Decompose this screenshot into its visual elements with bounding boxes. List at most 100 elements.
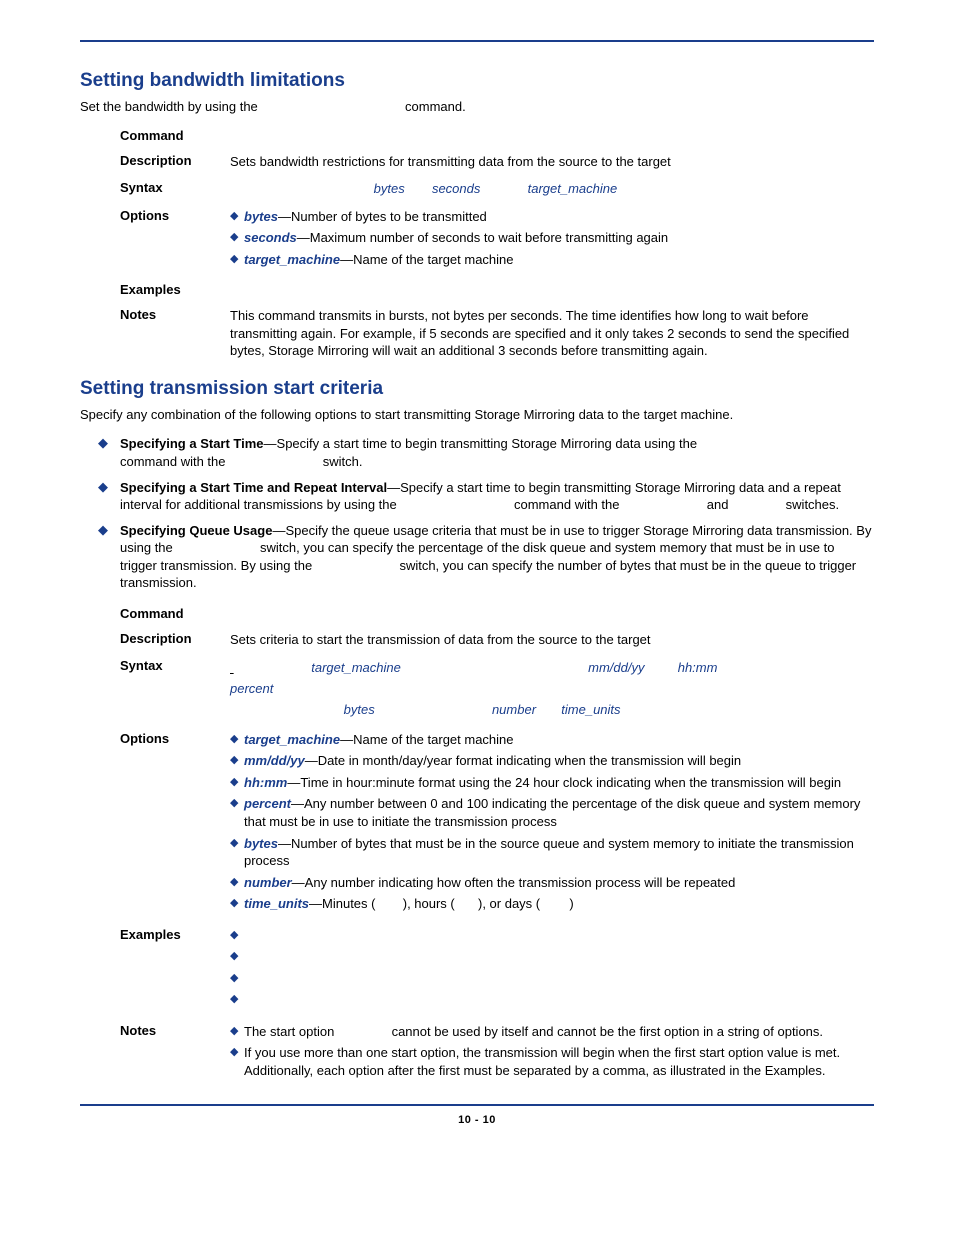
opt-name: target_machine	[244, 252, 340, 267]
diamond-icon: ◆	[230, 895, 244, 912]
diamond-icon: ◆	[230, 752, 244, 769]
bullet-queue-usage: ◆ Specifying Queue Usage—Specify the que…	[98, 522, 874, 592]
text-syntax: bytes seconds target_machine	[230, 180, 874, 198]
opt-name: number	[244, 875, 292, 890]
diamond-icon: ◆	[230, 970, 244, 987]
opt-name: percent	[244, 796, 291, 811]
opt-name: target_machine	[244, 732, 340, 747]
label-description: Description	[120, 153, 230, 168]
note-item: ◆If you use more than one start option, …	[230, 1044, 874, 1079]
diamond-icon: ◆	[230, 1023, 244, 1040]
opt-text: —Number of bytes that must be in the sou…	[244, 836, 854, 869]
label-options: Options	[120, 208, 230, 223]
opt-text: )	[569, 896, 573, 911]
bullet-text: switch.	[323, 454, 363, 469]
diamond-icon: ◆	[230, 731, 244, 748]
opt-name: seconds	[244, 230, 297, 245]
intro-transmission: Specify any combination of the following…	[80, 406, 874, 424]
option-item: ◆number—Any number indicating how often …	[230, 874, 874, 892]
param-bytes: bytes	[374, 181, 405, 196]
opt-text: —Any number between 0 and 100 indicating…	[244, 796, 860, 829]
opt-text: —Number of bytes to be transmitted	[278, 209, 487, 224]
param-percent: percent	[230, 681, 273, 696]
opt-text: —Maximum number of seconds to wait befor…	[297, 230, 668, 245]
option-item: ◆ time_units—Minutes ( ), hours ( ), or …	[230, 895, 874, 913]
param-time: hh:mm	[678, 660, 718, 675]
text-notes: This command transmits in bursts, not by…	[230, 307, 874, 360]
diamond-icon: ◆	[230, 251, 244, 268]
note-text: cannot be used by itself and cannot be t…	[392, 1024, 823, 1039]
example-item: ◆	[230, 948, 874, 966]
bullet-title: Specifying a Start Time and Repeat Inter…	[120, 480, 387, 495]
opt-name: bytes	[244, 836, 278, 851]
label-command: Command	[120, 606, 230, 621]
heading-bandwidth: Setting bandwidth limitations	[80, 70, 874, 92]
label-examples: Examples	[120, 282, 230, 297]
opt-text: ), or days (	[478, 896, 540, 911]
param-number: number	[492, 702, 536, 717]
diamond-icon: ◆	[230, 991, 244, 1008]
note-item: ◆ The start option cannot be used by its…	[230, 1023, 874, 1041]
diamond-icon: ◆	[230, 208, 244, 225]
text-syntax: target_machine mm/dd/yy hh:mm percent by…	[230, 658, 874, 720]
label-options: Options	[120, 731, 230, 746]
option-item: ◆mm/dd/yy—Date in month/day/year format …	[230, 752, 874, 770]
diamond-icon: ◆	[230, 229, 244, 246]
label-notes: Notes	[120, 1023, 230, 1038]
opt-name: mm/dd/yy	[244, 753, 305, 768]
opt-text: —Any number indicating how often the tra…	[292, 875, 736, 890]
diamond-icon: ◆	[230, 948, 244, 965]
diamond-icon: ◆	[98, 479, 120, 496]
param-seconds: seconds	[432, 181, 480, 196]
option-item: ◆bytes—Number of bytes that must be in t…	[230, 835, 874, 870]
label-command: Command	[120, 128, 230, 143]
diamond-icon: ◆	[230, 774, 244, 791]
bullet-text: command with the	[120, 454, 229, 469]
param-bytes: bytes	[344, 702, 375, 717]
option-item: ◆ seconds—Maximum number of seconds to w…	[230, 229, 874, 247]
label-description: Description	[120, 631, 230, 646]
diamond-icon: ◆	[230, 795, 244, 812]
example-item: ◆	[230, 927, 874, 945]
text-description: Sets bandwidth restrictions for transmit…	[230, 153, 874, 171]
opt-name: time_units	[244, 896, 309, 911]
label-syntax: Syntax	[120, 658, 230, 673]
command-block-limit: Command Description Sets bandwidth restr…	[120, 128, 874, 360]
opt-name: bytes	[244, 209, 278, 224]
diamond-icon: ◆	[230, 874, 244, 891]
intro-bandwidth: Set the bandwidth by using the command.	[80, 98, 874, 116]
opt-text: ), hours (	[403, 896, 455, 911]
diamond-icon: ◆	[98, 522, 120, 539]
diamond-icon: ◆	[230, 835, 244, 852]
option-item: ◆ bytes—Number of bytes to be transmitte…	[230, 208, 874, 226]
intro-pre: Set the bandwidth by using the	[80, 99, 261, 114]
bullet-repeat-interval: ◆ Specifying a Start Time and Repeat Int…	[98, 479, 874, 514]
param-date: mm/dd/yy	[588, 660, 644, 675]
opt-name: hh:mm	[244, 775, 287, 790]
opt-text: —Date in month/day/year format indicatin…	[305, 753, 741, 768]
option-item: ◆hh:mm—Time in hour:minute format using …	[230, 774, 874, 792]
opt-text: —Name of the target machine	[340, 732, 513, 747]
text-description: Sets criteria to start the transmission …	[230, 631, 874, 649]
diamond-icon: ◆	[230, 1044, 244, 1061]
example-item: ◆	[230, 991, 874, 1009]
bullet-text: switches.	[786, 497, 839, 512]
bullet-text: and	[707, 497, 732, 512]
label-syntax: Syntax	[120, 180, 230, 195]
note-text: If you use more than one start option, t…	[244, 1044, 874, 1079]
label-notes: Notes	[120, 307, 230, 322]
diamond-icon: ◆	[230, 927, 244, 944]
opt-text: —Time in hour:minute format using the 24…	[287, 775, 841, 790]
param-target: target_machine	[311, 660, 401, 675]
heading-transmission: Setting transmission start criteria	[80, 378, 874, 400]
page-number: 10 - 10	[80, 1114, 874, 1126]
option-item: ◆percent—Any number between 0 and 100 in…	[230, 795, 874, 830]
opt-text: —Minutes (	[309, 896, 375, 911]
intro-post: command.	[405, 99, 466, 114]
bullet-title: Specifying Queue Usage	[120, 523, 272, 538]
bullet-text: command with the	[514, 497, 623, 512]
bullet-title: Specifying a Start Time	[120, 436, 264, 451]
option-item: ◆ target_machine—Name of the target mach…	[230, 251, 874, 269]
bullet-text: —Specify a start time to begin transmitt…	[264, 436, 701, 451]
example-item: ◆	[230, 970, 874, 988]
